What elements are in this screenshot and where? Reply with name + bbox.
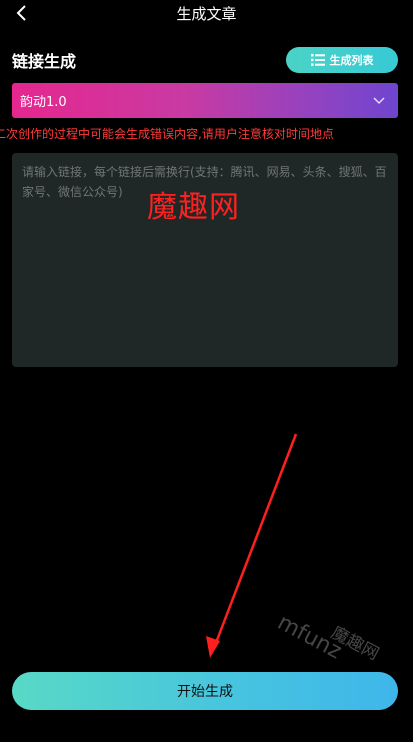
watermark-gray-left: mfunz (273, 610, 346, 665)
link-input[interactable] (12, 153, 398, 367)
list-icon (310, 54, 325, 66)
warning-text: 二次创作的过程中可能会生成错误内容,请用户注意核对时间地点 (0, 127, 334, 141)
top-bar: 生成文章 (0, 0, 413, 30)
start-generate-button[interactable]: 开始生成 (12, 672, 398, 710)
section-title: 链接生成 (12, 52, 77, 71)
page-title: 生成文章 (176, 5, 237, 23)
generate-list-label: 生成列表 (329, 54, 374, 67)
model-select[interactable]: 韵动1.0 (12, 83, 398, 118)
watermark-gray-cn: 魔趣网 (327, 622, 383, 665)
chevron-down-icon (373, 97, 385, 105)
generate-list-button[interactable]: 生成列表 (286, 47, 398, 73)
link-input-container (12, 153, 398, 367)
model-select-value: 韵动1.0 (20, 95, 67, 110)
